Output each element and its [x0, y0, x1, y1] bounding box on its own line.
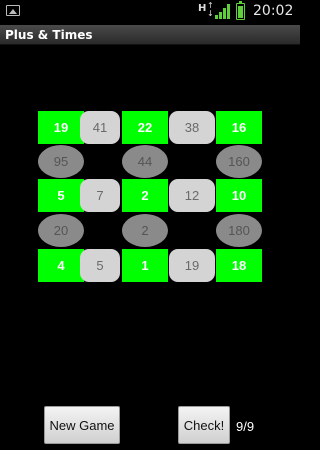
signal-strength-icon: [215, 4, 231, 19]
product-cell: 20: [38, 214, 84, 247]
board-cell[interactable]: 12: [169, 179, 215, 212]
board-cell[interactable]: 10: [216, 179, 262, 212]
app-title-bar: Plus & Times: [0, 25, 300, 45]
board-cell[interactable]: 4: [38, 249, 84, 282]
board-cell[interactable]: 41: [80, 111, 120, 144]
board-cell[interactable]: 22: [122, 111, 168, 144]
board-cell[interactable]: 19: [169, 249, 215, 282]
product-cell: 160: [216, 145, 262, 178]
product-cell: 2: [122, 214, 168, 247]
clock: 20:02: [253, 3, 294, 19]
battery-icon: [236, 1, 245, 20]
product-cell: 95: [38, 145, 84, 178]
board-cell[interactable]: 1: [122, 249, 168, 282]
board-cell[interactable]: 19: [38, 111, 84, 144]
board-cell[interactable]: 16: [216, 111, 262, 144]
board-cell[interactable]: 2: [122, 179, 168, 212]
network-type-label: H: [198, 3, 207, 14]
new-game-button[interactable]: New Game: [44, 406, 120, 444]
product-cell: 44: [122, 145, 168, 178]
board-cell[interactable]: 18: [216, 249, 262, 282]
app-title: Plus & Times: [5, 28, 93, 42]
check-button[interactable]: Check!: [178, 406, 230, 444]
data-activity-icon: ↑ ↓: [207, 1, 214, 18]
gallery-notification-icon: [6, 5, 20, 16]
board-cell[interactable]: 5: [38, 179, 84, 212]
board-cell[interactable]: 7: [80, 179, 120, 212]
board-cell[interactable]: 38: [169, 111, 215, 144]
status-bar: H ↑ ↓ 20:02: [0, 0, 300, 25]
board-cell[interactable]: 5: [80, 249, 120, 282]
product-cell: 180: [216, 214, 262, 247]
score-label: 9/9: [236, 419, 255, 434]
